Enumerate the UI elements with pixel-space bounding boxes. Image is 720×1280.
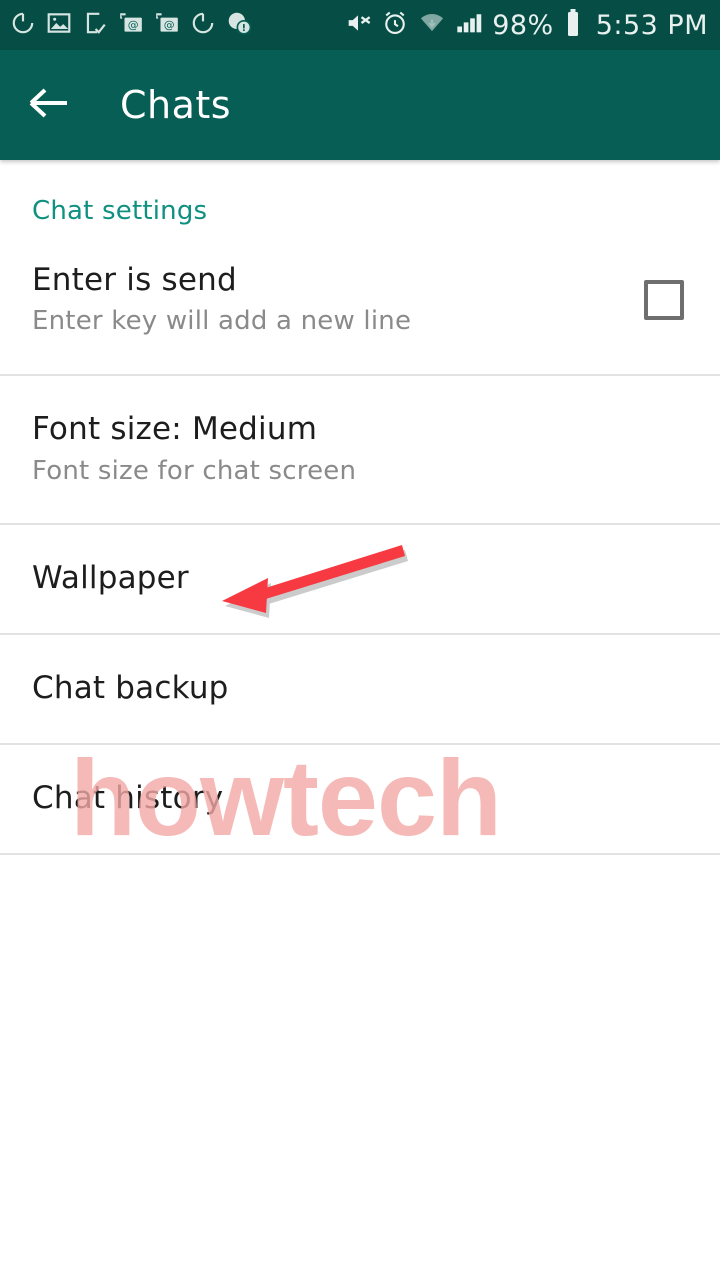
settings-row-chat-history[interactable]: Chat history xyxy=(0,745,720,855)
status-bar-notification-icons: @ @ xyxy=(10,10,344,40)
phone-screen: @ @ 98% 5:53 PM Chats Chat settings Ente… xyxy=(0,0,720,1280)
file-download-icon xyxy=(82,10,108,40)
section-header-chat-settings: Chat settings xyxy=(32,196,208,226)
image-icon xyxy=(46,10,72,40)
svg-text:@: @ xyxy=(164,18,175,31)
email-screenshot-icon-2: @ xyxy=(154,10,180,40)
settings-list: Chat settings Enter is send Enter key wi… xyxy=(0,160,720,855)
row-title: Font size: Medium xyxy=(32,411,318,448)
alarm-icon xyxy=(381,9,409,41)
signal-icon xyxy=(455,9,483,41)
battery-icon xyxy=(563,8,583,42)
back-arrow-icon[interactable] xyxy=(28,85,72,125)
info-badge-icon xyxy=(226,10,252,40)
row-subtitle: Enter key will add a new line xyxy=(32,306,412,337)
svg-text:@: @ xyxy=(128,18,139,31)
battery-percent-label: 98% xyxy=(492,9,554,41)
clock-label: 5:53 PM xyxy=(595,9,708,41)
app-bar: Chats xyxy=(0,50,720,160)
sync-icon xyxy=(10,10,36,40)
settings-row-chat-backup[interactable]: Chat backup xyxy=(0,635,720,745)
settings-row-enter-is-send[interactable]: Enter is send Enter key will add a new l… xyxy=(0,226,720,376)
wifi-icon xyxy=(418,9,446,41)
page-title: Chats xyxy=(120,83,232,127)
sync-icon-2 xyxy=(190,10,216,40)
row-title: Wallpaper xyxy=(32,560,189,597)
row-title: Enter is send xyxy=(32,261,237,298)
settings-row-wallpaper[interactable]: Wallpaper xyxy=(0,525,720,635)
status-bar-system-icons: 98% 5:53 PM xyxy=(344,8,708,42)
status-bar: @ @ 98% 5:53 PM xyxy=(0,0,720,50)
row-subtitle: Font size for chat screen xyxy=(32,455,357,486)
mute-icon xyxy=(344,9,372,41)
row-title: Chat history xyxy=(32,780,224,817)
email-screenshot-icon: @ xyxy=(118,10,144,40)
enter-is-send-checkbox[interactable] xyxy=(644,280,684,320)
row-title: Chat backup xyxy=(32,670,229,707)
settings-row-font-size[interactable]: Font size: Medium Font size for chat scr… xyxy=(0,376,720,525)
